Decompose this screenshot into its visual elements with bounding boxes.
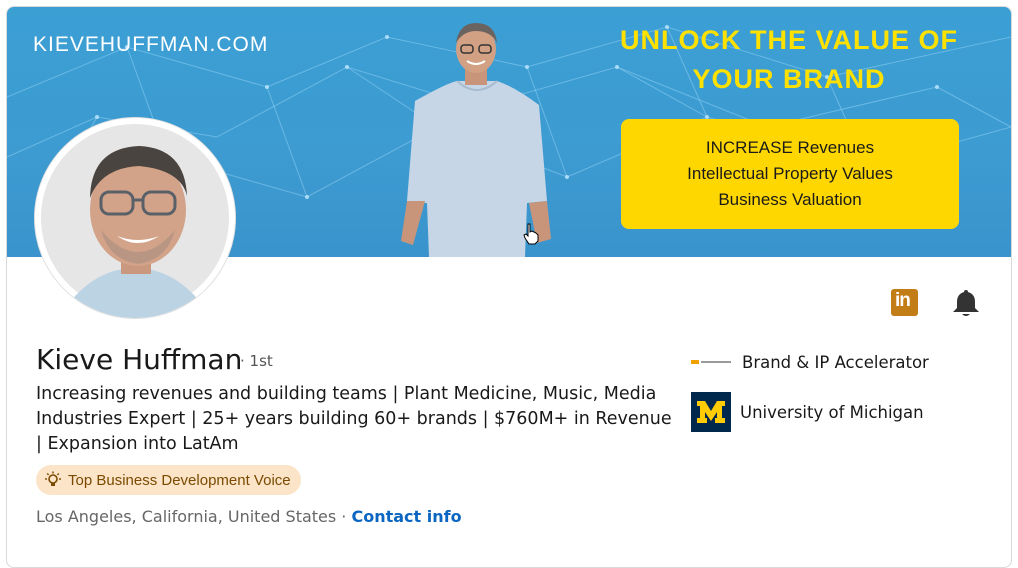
- promo-line: Intellectual Property Values: [687, 164, 893, 183]
- top-voice-badge[interactable]: Top Business Development Voice: [36, 465, 301, 495]
- profile-name: Kieve Huffman: [36, 343, 243, 376]
- umich-block-m-icon: [697, 401, 725, 423]
- school-logo: [691, 392, 731, 432]
- bell-icon[interactable]: [952, 288, 980, 318]
- profile-card: KIEVEHUFFMAN.COM UNLOCK THE VALUE OF YOU…: [6, 6, 1012, 568]
- company-name: Brand & IP Accelerator: [742, 352, 929, 372]
- promo-line: INCREASE Revenues: [705, 138, 875, 157]
- banner-person-image: [401, 23, 551, 257]
- banner-headline-line-1: UNLOCK THE VALUE OF: [620, 25, 958, 55]
- linkedin-icon[interactable]: in: [891, 289, 918, 316]
- school-name: University of Michigan: [740, 402, 924, 422]
- hand-cursor-icon: [523, 223, 539, 245]
- location-row: Los Angeles, California, United States ·…: [36, 507, 462, 526]
- profile-avatar[interactable]: [35, 118, 235, 318]
- linkedin-icon-label: in: [895, 290, 911, 311]
- badge-label: Top Business Development Voice: [68, 471, 291, 489]
- current-company[interactable]: Brand & IP Accelerator: [691, 350, 929, 374]
- education-school[interactable]: University of Michigan: [691, 392, 924, 432]
- banner-site-url: KIEVEHUFFMAN.COM: [33, 33, 269, 56]
- banner-promo-box: INCREASE Revenues Intellectual Property …: [621, 119, 959, 229]
- avatar-photo: [35, 118, 235, 318]
- promo-line: Business Valuation: [718, 190, 862, 209]
- connection-degree: · 1st: [240, 352, 273, 370]
- company-logo-mark: [691, 360, 731, 364]
- lightbulb-icon: [45, 471, 61, 486]
- banner-headline-line-2: YOUR BRAND: [692, 64, 886, 94]
- company-logo: [691, 350, 733, 374]
- profile-headline: Increasing revenues and building teams |…: [36, 384, 672, 454]
- contact-info-link[interactable]: Contact info: [351, 507, 461, 526]
- separator: ·: [336, 507, 352, 526]
- profile-location: Los Angeles, California, United States: [36, 507, 337, 526]
